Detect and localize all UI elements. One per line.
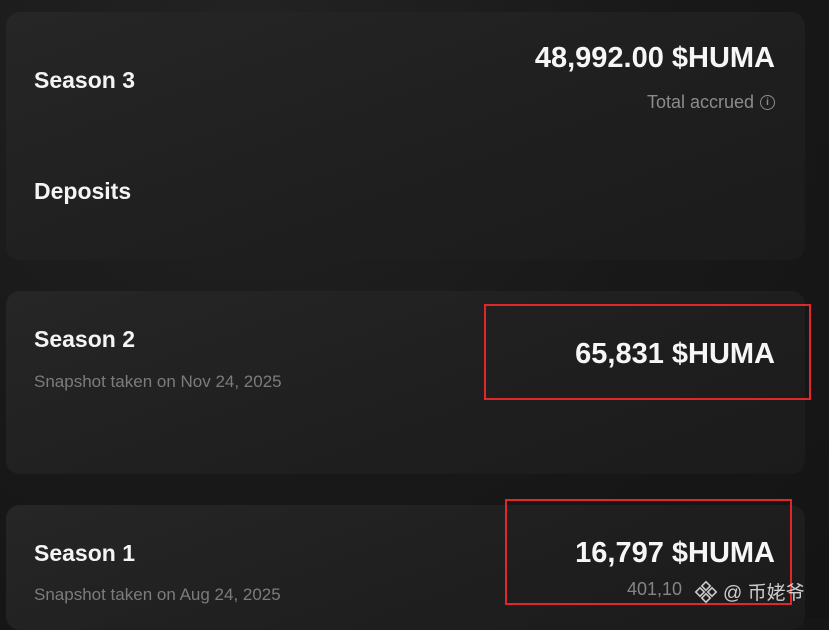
season-2-highlight-box bbox=[484, 304, 811, 400]
season-3-title: Season 3 bbox=[34, 67, 135, 93]
total-accrued-label: Total accrued i bbox=[647, 92, 775, 113]
season-1-title: Season 1 bbox=[34, 540, 135, 566]
total-accrued-text: Total accrued bbox=[646, 92, 754, 112]
season-2-title: Season 2 bbox=[34, 326, 135, 352]
info-circle-icon[interactable]: i bbox=[760, 95, 775, 110]
binance-diamond-icon bbox=[694, 580, 718, 603]
season-1-snapshot: Snapshot taken on Aug 24, 2025 bbox=[34, 585, 281, 604]
watermark-text: @ 币姥爷 bbox=[723, 583, 805, 604]
page: Season 3 48,992.00 $HUMA Total accrued i… bbox=[0, 0, 829, 630]
season-2-snapshot: Snapshot taken on Nov 24, 2025 bbox=[34, 372, 282, 391]
season-3-amount: 48,992.00 $HUMA bbox=[534, 42, 775, 74]
partial-amount-text: 401,10 bbox=[627, 579, 683, 599]
deposits-heading: Deposits bbox=[34, 178, 132, 204]
watermark: @ 币姥爷 bbox=[694, 578, 805, 605]
season-3-card: Season 3 48,992.00 $HUMA Total accrued i… bbox=[6, 12, 805, 260]
